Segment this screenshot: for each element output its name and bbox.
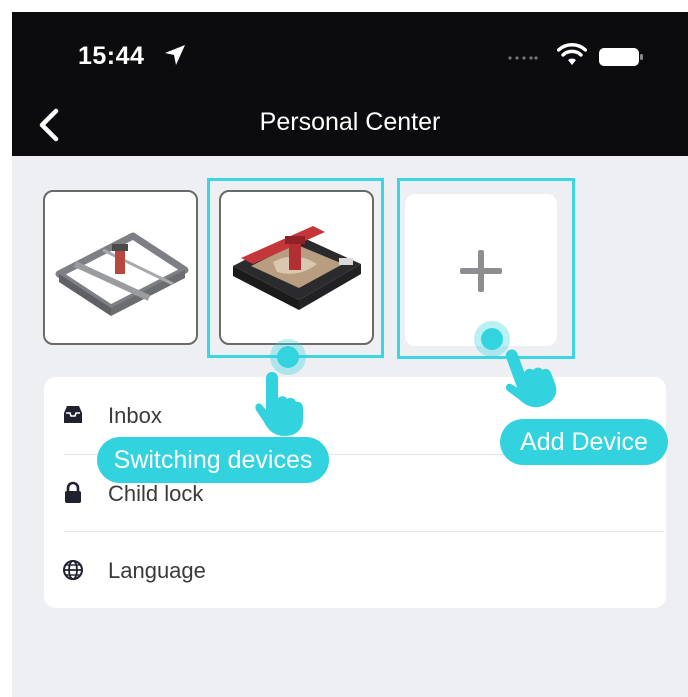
device-card-2[interactable] (219, 190, 374, 345)
globe-icon (63, 560, 83, 580)
plus-icon (460, 250, 502, 292)
menu-label-inbox: Inbox (108, 403, 162, 428)
settings-menu: Inbox Child lock Language (44, 377, 666, 608)
location-arrow-icon (165, 45, 185, 65)
touch-indicator-dot (277, 346, 299, 368)
inbox-icon (64, 406, 82, 423)
menu-item-language[interactable]: Language (44, 532, 666, 609)
wifi-icon (557, 43, 587, 65)
switching-devices-callout: Switching devices (97, 437, 329, 483)
enclosed-laser-engraver-image (233, 226, 361, 310)
phone-screen: 15:44 Personal Center Inbox Child lock L… (12, 12, 688, 697)
add-device-callout: Add Device (500, 419, 668, 465)
pointing-hand-icon (255, 372, 303, 436)
top-bar: 15:44 Personal Center (12, 12, 688, 156)
device-card-1[interactable] (43, 190, 198, 345)
menu-label-child-lock: Child lock (108, 481, 204, 506)
touch-indicator-dot (481, 328, 503, 350)
menu-label-language: Language (108, 558, 206, 583)
open-frame-laser-engraver-image (55, 232, 189, 316)
page-title: Personal Center (259, 108, 441, 136)
signal-dots-icon (508, 56, 538, 60)
status-time: 15:44 (78, 42, 145, 70)
battery-icon (599, 48, 643, 66)
lock-icon (65, 481, 81, 503)
add-device-card[interactable] (405, 194, 557, 346)
